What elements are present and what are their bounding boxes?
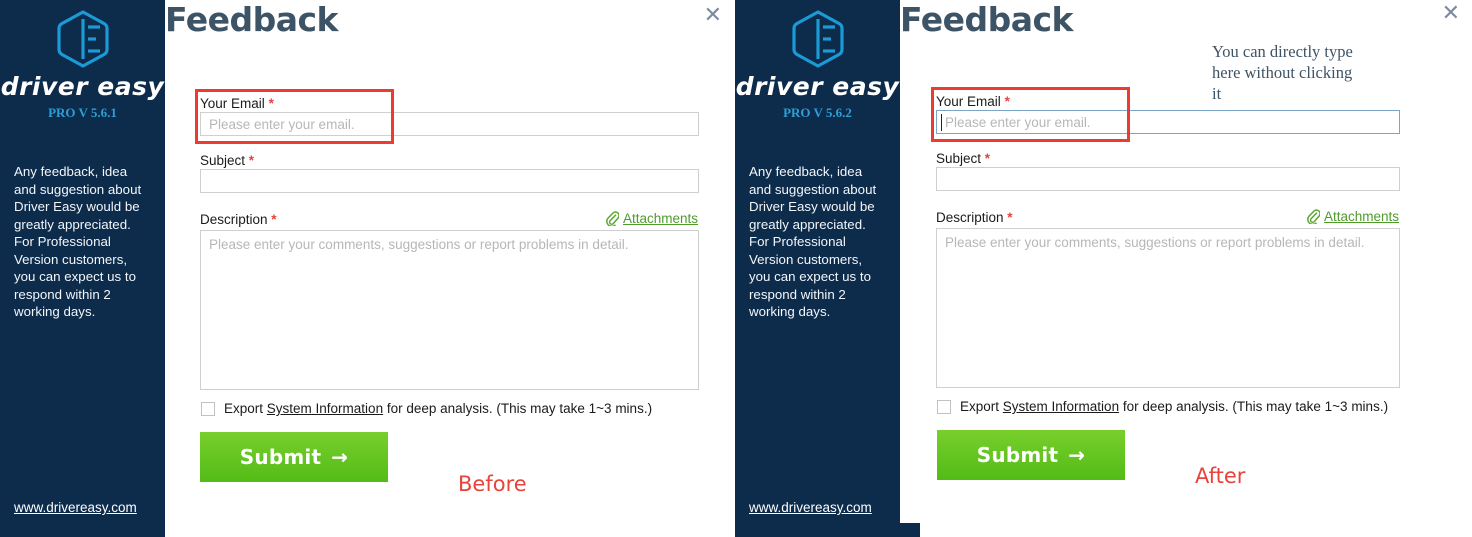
driver-easy-hexagon-logo-icon [56,10,109,68]
after-email-input[interactable] [936,110,1400,134]
after-form-area: ✕ Feedback You can directly type here wi… [900,0,1472,537]
before-logo-wrap [0,8,165,70]
before-description-textarea[interactable] [200,230,699,390]
before-subject-required-mark: * [248,153,255,168]
before-description-required-mark: * [271,212,277,227]
before-email-label-text: Your Email [200,96,265,111]
before-email-input[interactable] [200,112,699,136]
before-subject-label: Subject * [200,153,254,168]
after-attachments-button[interactable]: Attachments [1306,209,1399,224]
after-submit-label: Submit [976,443,1059,467]
after-close-icon[interactable]: ✕ [1442,3,1460,25]
before-window: driver easy PRO V 5.6.1 Any feedback, id… [0,0,730,537]
after-submit-button[interactable]: Submit → [937,430,1125,480]
before-submit-button[interactable]: Submit → [200,432,388,482]
before-export-sysinfo-text: Export System Information for deep analy… [224,401,652,416]
after-attachments-label: Attachments [1324,209,1400,224]
after-brand-name: driver easy [735,72,900,101]
after-export-sysinfo-text: Export System Information for deep analy… [960,399,1388,414]
after-export-text-part2: for deep analysis. (This may take 1~3 mi… [1119,399,1389,414]
after-annotation-note: You can directly type here without click… [1212,42,1353,104]
after-website-link[interactable]: www.drivereasy.com [749,500,872,515]
after-email-label: Your Email * [936,94,1010,109]
before-blurb-text: Any feedback, idea and suggestion about … [14,164,142,320]
after-description-required-mark: * [1007,210,1013,225]
before-subject-label-text: Subject [200,153,246,168]
before-export-sysinfo-row[interactable]: Export System Information for deep analy… [201,401,652,416]
after-caption: After [1195,464,1246,488]
arrow-right-icon: → [331,445,349,469]
driver-easy-hexagon-logo-icon [791,10,844,68]
after-bottom-divider [735,523,920,537]
before-caption: Before [458,472,527,496]
after-description-label-text: Description [936,210,1004,225]
before-website-link[interactable]: www.drivereasy.com [14,500,137,515]
before-brand-name: driver easy [0,72,165,101]
before-subject-input[interactable] [200,169,699,193]
before-sidebar: driver easy PRO V 5.6.1 Any feedback, id… [0,0,165,521]
before-version-label: PRO V 5.6.1 [48,105,117,120]
arrow-right-icon: → [1068,443,1086,467]
before-close-icon[interactable]: ✕ [704,5,722,27]
after-subject-required-mark: * [984,151,991,166]
before-export-text-part2: for deep analysis. (This may take 1~3 mi… [383,401,653,416]
after-export-sysinfo-row[interactable]: Export System Information for deep analy… [937,399,1388,414]
after-email-label-text: Your Email [936,94,1001,109]
after-window: driver easy PRO V 5.6.2 Any feedback, id… [735,0,1472,537]
after-subject-input[interactable] [936,167,1400,191]
after-blurb-text: Any feedback, idea and suggestion about … [749,164,877,320]
after-system-information-link[interactable]: System Information [1003,399,1119,414]
paperclip-icon [1307,209,1320,224]
before-email-label: Your Email * [200,96,274,111]
before-submit-label: Submit [239,445,322,469]
after-subject-label: Subject * [936,151,990,166]
comparison-screenshot: driver easy PRO V 5.6.1 Any feedback, id… [0,0,1472,537]
after-logo-wrap [735,8,900,70]
before-description-label: Description * [200,212,277,227]
after-email-text-cursor [941,114,942,131]
after-description-textarea[interactable] [936,228,1400,388]
before-attachments-label: Attachments [623,211,699,226]
before-system-information-link[interactable]: System Information [267,401,383,416]
after-version-label: PRO V 5.6.2 [783,105,852,120]
before-description-label-text: Description [200,212,268,227]
before-bottom-divider [0,521,165,537]
after-export-sysinfo-checkbox[interactable] [937,399,951,414]
after-sidebar: driver easy PRO V 5.6.2 Any feedback, id… [735,0,900,523]
after-export-text-part1: Export [960,399,1003,414]
after-description-label: Description * [936,210,1013,225]
before-export-sysinfo-checkbox[interactable] [201,401,215,416]
before-form-area: ✕ Feedback Your Email * Subject * Descri… [165,0,730,537]
before-email-required-mark: * [268,96,274,111]
after-email-required-mark: * [1004,94,1010,109]
paperclip-icon [606,211,619,226]
before-attachments-button[interactable]: Attachments [605,211,698,226]
before-export-text-part1: Export [224,401,267,416]
before-page-title: Feedback [165,0,339,39]
after-subject-label-text: Subject [936,151,982,166]
after-page-title: Feedback [900,0,1074,39]
